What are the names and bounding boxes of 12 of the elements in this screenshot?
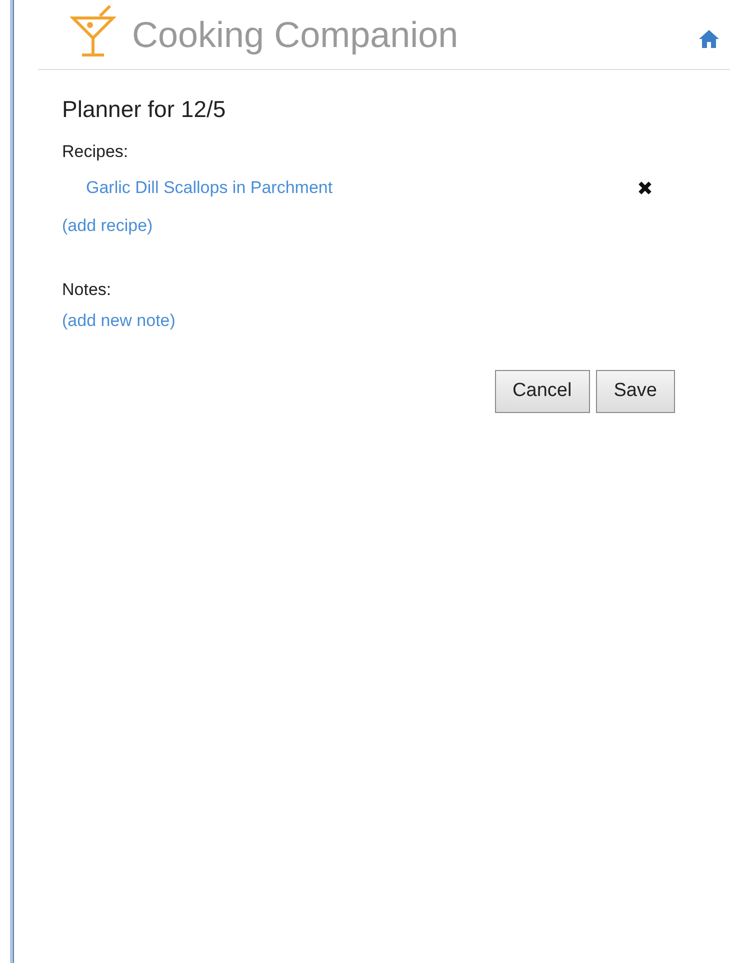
app-title: Cooking Companion [132, 16, 458, 52]
recipes-label: Recipes: [62, 141, 130, 163]
recipe-link[interactable]: Garlic Dill Scallops in Parchment [86, 176, 333, 200]
planner-title: Planner for 12/5 [62, 95, 227, 124]
save-button[interactable]: Save [596, 370, 675, 413]
home-icon[interactable] [698, 28, 720, 48]
cancel-button[interactable]: Cancel [494, 370, 590, 413]
cocktail-glass-icon [70, 4, 116, 60]
add-note-link[interactable]: (add new note) [62, 309, 176, 333]
remove-icon[interactable] [637, 180, 653, 196]
add-recipe-link[interactable]: (add recipe) [62, 214, 153, 238]
notes-label: Notes: [62, 279, 112, 301]
